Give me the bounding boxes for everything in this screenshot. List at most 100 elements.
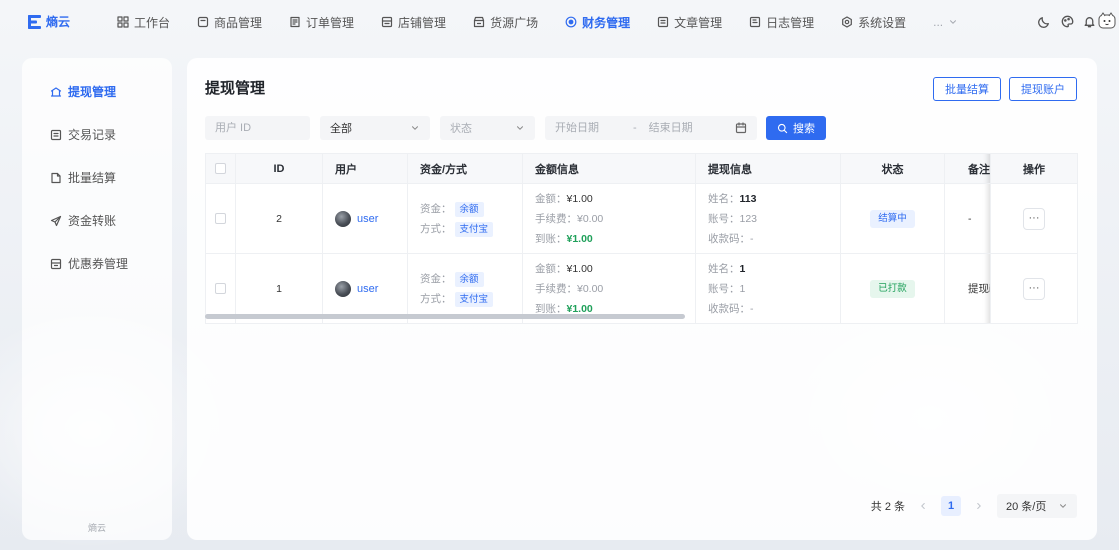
calendar-icon	[735, 122, 747, 134]
select-all-checkbox[interactable]	[215, 163, 226, 175]
article-icon	[657, 16, 669, 28]
table-row: 2 user 资金： 余额 方式： 支付宝 金额：¥1.00 手续费：¥0.00 到…	[205, 183, 1078, 254]
nav-more-menu[interactable]: ...	[933, 15, 958, 29]
fund-tag: 余额	[454, 201, 484, 217]
row-select-cell	[205, 253, 236, 324]
column-header-id: ID	[235, 153, 323, 184]
theme-toggle-button[interactable]	[1038, 15, 1051, 28]
status-cell: 结算中	[840, 183, 945, 254]
sidebar-menu: 提现管理 交易记录 批量结算 资金转账 优惠券管理	[50, 70, 128, 285]
coupon-icon	[50, 258, 62, 269]
sidebar-footer-brand: 熵云	[87, 523, 106, 533]
nav-item-logs[interactable]: 日志管理	[749, 14, 814, 31]
user-id-filter	[205, 116, 310, 140]
notifications-button[interactable]	[1083, 15, 1096, 28]
user-id-input[interactable]	[215, 122, 300, 134]
chevron-left-icon	[921, 503, 925, 509]
user-link[interactable]: user	[357, 283, 378, 295]
nav-item-articles[interactable]: 文章管理	[657, 14, 722, 31]
sidebar: 提现管理 交易记录 批量结算 资金转账 优惠券管理 熵云	[22, 58, 172, 540]
actions-cell: ···	[990, 253, 1078, 324]
withdraw-icon	[50, 86, 62, 97]
page-number-current[interactable]: 1	[941, 496, 961, 516]
sidebar-item-batch-settlement[interactable]: 批量结算	[50, 156, 128, 199]
nav-item-orders[interactable]: 订单管理	[289, 14, 354, 31]
table-horizontal-scrollbar[interactable]	[205, 314, 685, 319]
fee-label: 手续费：	[535, 212, 577, 225]
transfer-icon	[50, 215, 62, 226]
fee-value: ¥0.00	[577, 212, 604, 225]
nav-item-label: 文章管理	[674, 15, 723, 30]
nav-item-label: 日志管理	[766, 15, 815, 30]
end-date-input[interactable]	[648, 122, 727, 134]
table-row: 1 user 资金： 余额 方式： 支付宝 金额：¥1.00 手续费：¥0.00 到…	[205, 253, 1078, 324]
name-value: 113	[739, 192, 757, 205]
withdraw-info-cell: 姓名：113 账号：123 收款码：-	[695, 183, 841, 254]
actions-cell: ···	[990, 183, 1078, 254]
page-size-value: 20 条/页	[1006, 501, 1047, 513]
column-header-amount-info: 金额信息	[522, 153, 696, 184]
method-label: 方式：	[420, 222, 452, 235]
more-actions-button[interactable]: ···	[1023, 207, 1045, 230]
start-date-input[interactable]	[555, 122, 633, 134]
sidebar-item-withdraw-management[interactable]: 提现管理	[50, 70, 128, 113]
type-select-value: 全部	[330, 123, 352, 135]
fund-label: 资金：	[420, 272, 452, 285]
withdraw-info-cell: 姓名：1 账号：1 收款码：-	[695, 253, 841, 324]
page-size-select[interactable]: 20 条/页	[997, 494, 1077, 518]
pagination: 共 2 条 1 20 条/页	[871, 494, 1077, 518]
main-panel: 提现管理 批量结算 提现账户 全部 状态 - 搜索 ID 用户	[187, 58, 1097, 540]
name-label: 姓名：	[708, 262, 740, 275]
nav-item-supply-market[interactable]: 货源广场	[473, 14, 538, 31]
user-cell: user	[322, 183, 408, 254]
fee-value: ¥0.00	[577, 282, 604, 295]
row-checkbox[interactable]	[215, 283, 226, 295]
skin-button[interactable]	[1061, 15, 1074, 28]
supply-icon	[473, 16, 485, 28]
method-tag: 支付宝	[454, 291, 494, 307]
name-value: 1	[739, 262, 746, 275]
chevron-down-icon	[412, 126, 418, 130]
user-avatar[interactable]	[1098, 12, 1116, 30]
remark-cell: 提现i	[944, 253, 991, 324]
nav-item-finance[interactable]: 财务管理	[565, 14, 630, 31]
column-header-user: 用户	[322, 153, 408, 184]
nav-more-label: ...	[933, 15, 944, 29]
prev-page-button[interactable]	[918, 501, 928, 511]
sidebar-item-label: 优惠券管理	[68, 257, 129, 271]
store-icon	[381, 16, 393, 28]
nav-item-settings[interactable]: 系统设置	[841, 14, 906, 31]
column-header-withdraw-info: 提现信息	[695, 153, 841, 184]
fund-method-cell: 资金： 余额 方式： 支付宝	[407, 253, 523, 324]
row-checkbox[interactable]	[215, 213, 226, 225]
nav-item-label: 财务管理	[582, 15, 631, 30]
main-nav: 工作台 商品管理 订单管理 店铺管理 货源广场 财务管理 文章管理 日志管理 系…	[117, 0, 958, 44]
sidebar-item-transactions[interactable]: 交易记录	[50, 113, 128, 156]
search-button[interactable]: 搜索	[766, 116, 826, 140]
user-link[interactable]: user	[357, 213, 378, 225]
status-select-placeholder: 状态	[450, 123, 472, 135]
sidebar-item-coupons[interactable]: 优惠券管理	[50, 242, 128, 285]
date-range-picker[interactable]: -	[545, 116, 757, 140]
user-avatar-image	[335, 280, 351, 297]
nav-item-stores[interactable]: 店铺管理	[381, 14, 446, 31]
type-select[interactable]: 全部	[320, 116, 430, 140]
nav-item-products[interactable]: 商品管理	[197, 14, 262, 31]
withdraw-accounts-button[interactable]: 提现账户	[1009, 77, 1077, 101]
next-page-button[interactable]	[974, 501, 984, 511]
settings-icon	[842, 16, 853, 28]
batch-settle-button[interactable]: 批量结算	[933, 77, 1001, 101]
app-logo[interactable]: 熵云	[28, 13, 70, 30]
amount-label: 金额：	[535, 192, 567, 205]
status-select[interactable]: 状态	[440, 116, 535, 140]
sidebar-item-fund-transfer[interactable]: 资金转账	[50, 199, 128, 242]
nav-item-dashboard[interactable]: 工作台	[117, 14, 170, 31]
column-header-fund-method: 资金/方式	[407, 153, 523, 184]
nav-item-label: 工作台	[134, 15, 171, 30]
date-range-separator: -	[633, 122, 637, 134]
column-header-select	[205, 153, 236, 184]
user-cell: user	[322, 253, 408, 324]
logo-icon	[28, 14, 41, 29]
chevron-down-icon	[1060, 504, 1066, 508]
more-actions-button[interactable]: ···	[1023, 277, 1045, 300]
